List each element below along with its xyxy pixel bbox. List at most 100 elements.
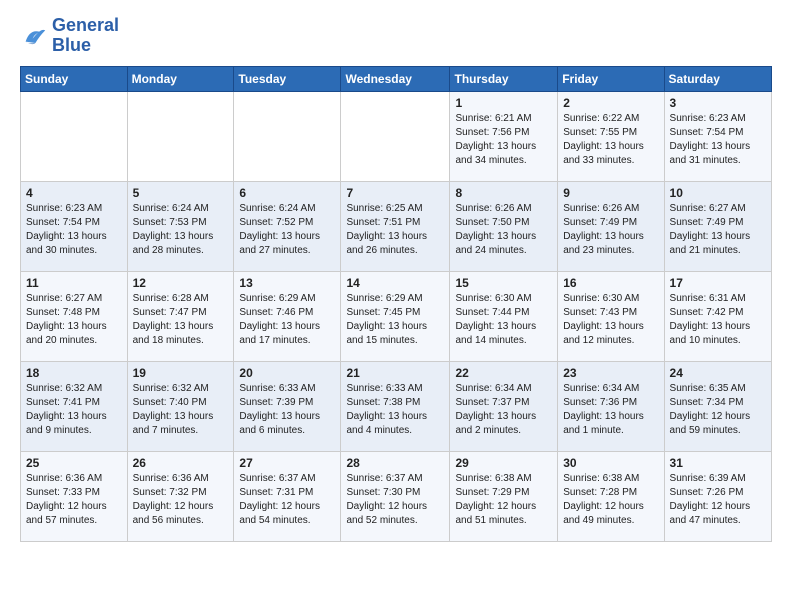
day-number: 6: [239, 186, 335, 200]
day-number: 10: [670, 186, 766, 200]
calendar-cell: 9 Sunrise: 6:26 AM Sunset: 7:49 PM Daylig…: [558, 181, 664, 271]
day-info: Sunrise: 6:29 AM Sunset: 7:45 PM Dayligh…: [346, 292, 444, 348]
day-info: Sunrise: 6:33 AM Sunset: 7:38 PM Dayligh…: [346, 382, 444, 438]
day-info: Sunrise: 6:27 AM Sunset: 7:48 PM Dayligh…: [26, 292, 122, 348]
day-info: Sunrise: 6:38 AM Sunset: 7:28 PM Dayligh…: [563, 472, 658, 528]
day-info: Sunrise: 6:38 AM Sunset: 7:29 PM Dayligh…: [455, 472, 552, 528]
calendar-cell: 21 Sunrise: 6:33 AM Sunset: 7:38 PM Dayli…: [341, 361, 450, 451]
day-info: Sunrise: 6:32 AM Sunset: 7:40 PM Dayligh…: [133, 382, 229, 438]
day-info: Sunrise: 6:31 AM Sunset: 7:42 PM Dayligh…: [670, 292, 766, 348]
day-number: 17: [670, 276, 766, 290]
day-number: 23: [563, 366, 658, 380]
day-number: 2: [563, 96, 658, 110]
day-number: 20: [239, 366, 335, 380]
page-header: General Blue: [20, 16, 772, 56]
calendar-cell: 5 Sunrise: 6:24 AM Sunset: 7:53 PM Daylig…: [127, 181, 234, 271]
calendar-header-row: SundayMondayTuesdayWednesdayThursdayFrid…: [21, 66, 772, 91]
day-number: 31: [670, 456, 766, 470]
calendar-week-row: 18Sunrise: 6:32 AM Sunset: 7:41 PM Dayli…: [21, 361, 772, 451]
calendar-cell: 19 Sunrise: 6:32 AM Sunset: 7:40 PM Dayli…: [127, 361, 234, 451]
day-header-sunday: Sunday: [21, 66, 128, 91]
day-info: Sunrise: 6:34 AM Sunset: 7:36 PM Dayligh…: [563, 382, 658, 438]
calendar-cell: 27 Sunrise: 6:37 AM Sunset: 7:31 PM Dayli…: [234, 451, 341, 541]
calendar-cell: 18Sunrise: 6:32 AM Sunset: 7:41 PM Dayli…: [21, 361, 128, 451]
day-number: 8: [455, 186, 552, 200]
calendar-cell: 31 Sunrise: 6:39 AM Sunset: 7:26 PM Dayli…: [664, 451, 771, 541]
day-number: 19: [133, 366, 229, 380]
day-header-tuesday: Tuesday: [234, 66, 341, 91]
calendar-week-row: 4 Sunrise: 6:23 AM Sunset: 7:54 PM Daylig…: [21, 181, 772, 271]
calendar-cell: 22 Sunrise: 6:34 AM Sunset: 7:37 PM Dayli…: [450, 361, 558, 451]
day-info: Sunrise: 6:34 AM Sunset: 7:37 PM Dayligh…: [455, 382, 552, 438]
day-info: Sunrise: 6:26 AM Sunset: 7:49 PM Dayligh…: [563, 202, 658, 258]
day-info: Sunrise: 6:30 AM Sunset: 7:43 PM Dayligh…: [563, 292, 658, 348]
day-number: 27: [239, 456, 335, 470]
day-number: 11: [26, 276, 122, 290]
day-number: 28: [346, 456, 444, 470]
day-number: 16: [563, 276, 658, 290]
calendar-cell: 1 Sunrise: 6:21 AM Sunset: 7:56 PM Daylig…: [450, 91, 558, 181]
calendar-table: SundayMondayTuesdayWednesdayThursdayFrid…: [20, 66, 772, 542]
calendar-cell: 7 Sunrise: 6:25 AM Sunset: 7:51 PM Daylig…: [341, 181, 450, 271]
calendar-cell: 10 Sunrise: 6:27 AM Sunset: 7:49 PM Dayli…: [664, 181, 771, 271]
day-number: 26: [133, 456, 229, 470]
day-number: 4: [26, 186, 122, 200]
calendar-cell: [127, 91, 234, 181]
calendar-cell: 26 Sunrise: 6:36 AM Sunset: 7:32 PM Dayli…: [127, 451, 234, 541]
calendar-cell: 24 Sunrise: 6:35 AM Sunset: 7:34 PM Dayli…: [664, 361, 771, 451]
day-info: Sunrise: 6:35 AM Sunset: 7:34 PM Dayligh…: [670, 382, 766, 438]
day-header-monday: Monday: [127, 66, 234, 91]
day-info: Sunrise: 6:37 AM Sunset: 7:30 PM Dayligh…: [346, 472, 444, 528]
day-number: 15: [455, 276, 552, 290]
day-info: Sunrise: 6:21 AM Sunset: 7:56 PM Dayligh…: [455, 112, 552, 168]
calendar-cell: 23 Sunrise: 6:34 AM Sunset: 7:36 PM Dayli…: [558, 361, 664, 451]
day-info: Sunrise: 6:23 AM Sunset: 7:54 PM Dayligh…: [26, 202, 122, 258]
calendar-cell: 11 Sunrise: 6:27 AM Sunset: 7:48 PM Dayli…: [21, 271, 128, 361]
day-info: Sunrise: 6:29 AM Sunset: 7:46 PM Dayligh…: [239, 292, 335, 348]
calendar-cell: 6 Sunrise: 6:24 AM Sunset: 7:52 PM Daylig…: [234, 181, 341, 271]
day-info: Sunrise: 6:36 AM Sunset: 7:33 PM Dayligh…: [26, 472, 122, 528]
day-number: 1: [455, 96, 552, 110]
day-header-friday: Friday: [558, 66, 664, 91]
day-info: Sunrise: 6:33 AM Sunset: 7:39 PM Dayligh…: [239, 382, 335, 438]
logo-text: General Blue: [52, 16, 119, 56]
day-info: Sunrise: 6:36 AM Sunset: 7:32 PM Dayligh…: [133, 472, 229, 528]
day-info: Sunrise: 6:24 AM Sunset: 7:53 PM Dayligh…: [133, 202, 229, 258]
day-info: Sunrise: 6:25 AM Sunset: 7:51 PM Dayligh…: [346, 202, 444, 258]
day-header-thursday: Thursday: [450, 66, 558, 91]
day-number: 21: [346, 366, 444, 380]
day-info: Sunrise: 6:27 AM Sunset: 7:49 PM Dayligh…: [670, 202, 766, 258]
day-number: 3: [670, 96, 766, 110]
calendar-cell: [234, 91, 341, 181]
calendar-cell: 15 Sunrise: 6:30 AM Sunset: 7:44 PM Dayli…: [450, 271, 558, 361]
calendar-cell: 12Sunrise: 6:28 AM Sunset: 7:47 PM Dayli…: [127, 271, 234, 361]
calendar-cell: 30 Sunrise: 6:38 AM Sunset: 7:28 PM Dayli…: [558, 451, 664, 541]
calendar-cell: 29 Sunrise: 6:38 AM Sunset: 7:29 PM Dayli…: [450, 451, 558, 541]
day-info: Sunrise: 6:30 AM Sunset: 7:44 PM Dayligh…: [455, 292, 552, 348]
day-info: Sunrise: 6:22 AM Sunset: 7:55 PM Dayligh…: [563, 112, 658, 168]
day-info: Sunrise: 6:37 AM Sunset: 7:31 PM Dayligh…: [239, 472, 335, 528]
day-info: Sunrise: 6:23 AM Sunset: 7:54 PM Dayligh…: [670, 112, 766, 168]
calendar-cell: 2 Sunrise: 6:22 AM Sunset: 7:55 PM Daylig…: [558, 91, 664, 181]
day-header-saturday: Saturday: [664, 66, 771, 91]
day-number: 30: [563, 456, 658, 470]
calendar-cell: 3 Sunrise: 6:23 AM Sunset: 7:54 PM Daylig…: [664, 91, 771, 181]
day-number: 5: [133, 186, 229, 200]
calendar-week-row: 11 Sunrise: 6:27 AM Sunset: 7:48 PM Dayli…: [21, 271, 772, 361]
day-number: 18: [26, 366, 122, 380]
calendar-cell: 14 Sunrise: 6:29 AM Sunset: 7:45 PM Dayli…: [341, 271, 450, 361]
day-number: 9: [563, 186, 658, 200]
day-number: 22: [455, 366, 552, 380]
calendar-cell: 4 Sunrise: 6:23 AM Sunset: 7:54 PM Daylig…: [21, 181, 128, 271]
day-number: 14: [346, 276, 444, 290]
day-number: 13: [239, 276, 335, 290]
day-info: Sunrise: 6:39 AM Sunset: 7:26 PM Dayligh…: [670, 472, 766, 528]
day-number: 25: [26, 456, 122, 470]
day-number: 7: [346, 186, 444, 200]
day-number: 24: [670, 366, 766, 380]
day-info: Sunrise: 6:28 AM Sunset: 7:47 PM Dayligh…: [133, 292, 229, 348]
day-info: Sunrise: 6:24 AM Sunset: 7:52 PM Dayligh…: [239, 202, 335, 258]
calendar-week-row: 25 Sunrise: 6:36 AM Sunset: 7:33 PM Dayli…: [21, 451, 772, 541]
logo-icon: [20, 22, 48, 50]
day-number: 29: [455, 456, 552, 470]
